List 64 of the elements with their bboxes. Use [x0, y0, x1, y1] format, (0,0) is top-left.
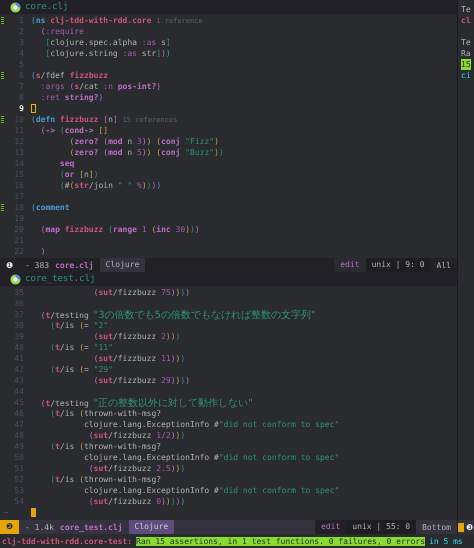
- code-line: ): [40, 247, 46, 256]
- side-text: cl: [461, 15, 472, 26]
- scroll-position: Bottom: [421, 522, 452, 532]
- buffer-size: - 383: [24, 260, 50, 270]
- code-line: (t/is (thrown-with-msg?: [49, 475, 162, 484]
- editor-state: edit: [315, 520, 346, 534]
- code-line: (s/fdef fizzbuzz: [31, 71, 108, 80]
- code-line: (map fizzbuzz (range 1 (inc 30))): [40, 225, 200, 234]
- file-title: core.clj: [25, 2, 68, 12]
- code-line: (sut/fizzbuzz 0))))): [88, 497, 186, 506]
- code-line: :args (s/cat :n pos-int?): [40, 82, 162, 91]
- code-line: (comment: [31, 203, 70, 212]
- code-line: [clojure.string :as str])): [44, 49, 171, 58]
- logo-icon: [10, 2, 21, 12]
- code-line: clojure.lang.ExceptionInfo #"did not conform to spec": [82, 420, 340, 429]
- side-text: Te: [461, 4, 472, 15]
- code-line: (zero? (mod n 3)) (conj "Fizz"): [68, 137, 219, 146]
- code-line: (sut/fizzbuzz 75)))): [92, 288, 190, 297]
- window-number: ❸: [466, 522, 473, 532]
- code-line: (t/is (= "29": [49, 365, 113, 374]
- code-line: [clojure.spec.alpha :as s]: [44, 38, 171, 47]
- test-namespace: clj-tdd-with-rdd.core-test:: [2, 536, 132, 546]
- editor-state: edit: [334, 258, 366, 272]
- code-line: (t/is (= "11": [49, 343, 113, 352]
- code-line: (#(str/join " " %)))): [58, 181, 162, 190]
- code-line: (t/is (thrown-with-msg?: [49, 409, 162, 418]
- window-number: ❷: [0, 520, 19, 534]
- code-line: (sut/fizzbuzz 1/2))): [88, 431, 186, 440]
- major-mode: Clojure: [128, 520, 174, 534]
- code-line: (sut/fizzbuzz 2.5))): [88, 464, 186, 473]
- side-text: 15: [461, 59, 471, 70]
- test-summary: Ran 15 assertions, in 1 test functions. 0 failures, 0 errors: [136, 536, 426, 546]
- side-text: ci: [461, 70, 472, 81]
- code-line: :ret string?): [40, 93, 104, 102]
- code-line: (sut/fizzbuzz 11))): [92, 354, 186, 363]
- code-line: (t/is (thrown-with-msg?: [49, 442, 162, 451]
- code-line: clojure.lang.ExceptionInfo #"did not conform to spec": [82, 453, 340, 462]
- side-text: Ra: [461, 48, 472, 59]
- code-line: (sut/fizzbuzz 29)))): [92, 376, 190, 385]
- scroll-indicator: [458, 522, 464, 532]
- major-mode: Clojure: [100, 258, 146, 272]
- buffer-name: core.clj: [55, 260, 95, 270]
- code-line: clojure.lang.ExceptionInfo #"did not conform to spec": [82, 486, 340, 495]
- cursor-position: unix | 55: 0: [346, 520, 416, 534]
- empty-line-mark: ~: [4, 508, 10, 517]
- line-number: 9: [18, 104, 25, 113]
- code-line: (-> (cond-> []: [40, 126, 108, 135]
- side-text: Te: [461, 37, 472, 48]
- code-line: (or [n]): [58, 170, 98, 179]
- code-line: (zero? (mod n 5)) (conj "Buzz")): [68, 148, 224, 157]
- code-line: seq: [58, 159, 74, 168]
- file-title: core_test.clj: [25, 274, 96, 284]
- buffer-name: core_test.clj: [60, 522, 124, 532]
- scroll-position: All: [436, 260, 452, 270]
- logo-icon: [10, 274, 21, 284]
- code-line: (t/testing "正の整数以外に対して動作しない": [40, 396, 253, 410]
- buffer-size: - 1.4k: [24, 522, 55, 532]
- code-line: (:require: [40, 27, 84, 36]
- test-timing: in 5 ms: [429, 536, 463, 546]
- code-line: (t/testing "3の倍数でも5の倍数でもなければ整数の文字列": [40, 308, 316, 322]
- code-line: (sut/fizzbuzz 2))): [92, 332, 180, 341]
- code-line: (t/is (= "2": [49, 321, 108, 330]
- cursor-position: unix | 9: 0: [366, 258, 431, 272]
- window-number: ❶: [5, 260, 14, 270]
